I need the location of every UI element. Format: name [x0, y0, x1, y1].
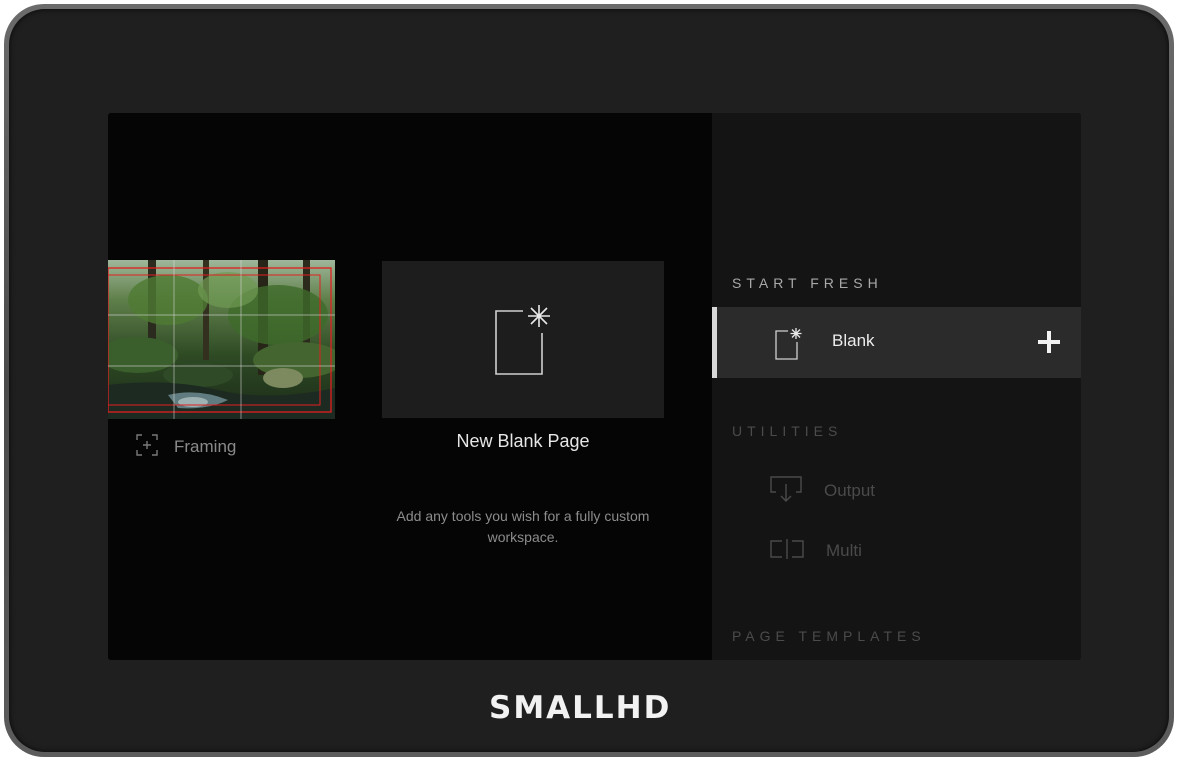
start-fresh-heading: START FRESH: [732, 275, 883, 291]
framing-page-label: Framing: [174, 437, 237, 456]
blank-option-label: Blank: [832, 331, 875, 350]
framing-icon: [136, 434, 158, 460]
selection-marker: [712, 307, 717, 378]
framing-page-label-row[interactable]: Framing: [136, 434, 237, 460]
output-icon: [770, 476, 802, 506]
monitor-screen: Framing New Blank Page Add any tools you…: [108, 113, 1081, 660]
plus-icon[interactable]: [1038, 331, 1060, 353]
utility-label-multi: Multi: [826, 541, 862, 560]
smallhd-logo: SMALLHD: [489, 690, 672, 726]
framing-page-thumbnail[interactable]: [108, 260, 335, 419]
page-type-panel: START FRESH Blank UTILITIES Output Multi…: [712, 113, 1081, 660]
page-templates-heading: PAGE TEMPLATES: [732, 628, 926, 644]
page-preview-area: Framing New Blank Page Add any tools you…: [108, 113, 712, 660]
utility-item-multi[interactable]: Multi: [770, 537, 862, 565]
utility-item-output[interactable]: Output: [770, 476, 876, 506]
blank-page-icon: [775, 328, 803, 364]
utilities-heading: UTILITIES: [732, 423, 843, 439]
multi-icon: [770, 539, 804, 563]
forest-stream-image: [108, 260, 335, 419]
new-blank-page-description: Add any tools you wish for a fully custo…: [396, 508, 650, 545]
blank-page-icon: [495, 305, 551, 379]
utility-label-output: Output: [824, 481, 876, 500]
blank-page-option[interactable]: Blank: [712, 307, 1081, 378]
new-blank-page-title: New Blank Page: [456, 431, 590, 451]
new-blank-page-card[interactable]: [382, 261, 664, 418]
